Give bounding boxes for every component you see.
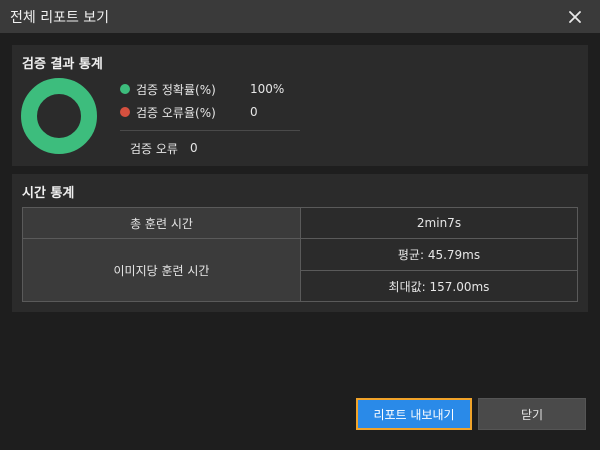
validation-panel: 검증 결과 통계 검증 정확률(%) 100% 검증 오류율(%) 0 검증 오…: [12, 45, 588, 166]
legend-divider: [120, 130, 300, 131]
close-dialog-button[interactable]: 닫기: [478, 398, 586, 430]
legend-accuracy-label: 검증 정확률(%): [136, 82, 216, 97]
close-button[interactable]: [562, 4, 588, 30]
time-stats-table: 총 훈련 시간 2min7s 이미지당 훈련 시간 평균: 45.79ms 최대…: [22, 207, 578, 302]
error-count-value: 0: [189, 141, 198, 155]
export-report-button[interactable]: 리포트 내보내기: [356, 398, 472, 430]
total-time-label: 총 훈련 시간: [22, 207, 301, 239]
legend-accuracy-value: 100%: [250, 82, 285, 96]
legend-error-rate-value: 0: [250, 105, 258, 119]
error-rate-dot-icon: [120, 107, 130, 117]
total-time-value: 2min7s: [300, 207, 578, 239]
window-title: 전체 리포트 보기: [10, 10, 110, 26]
title-bar: 전체 리포트 보기: [0, 0, 600, 33]
legend-accuracy: 검증 정확률(%) 100%: [120, 79, 284, 99]
legend-error-rate-label: 검증 오류율(%): [136, 105, 216, 120]
validation-title: 검증 결과 통계: [22, 57, 103, 72]
legend-error-rate: 검증 오류율(%) 0: [120, 102, 258, 122]
max-time-value: 최대값: 157.00ms: [300, 270, 578, 302]
table-row: 이미지당 훈련 시간 평균: 45.79ms: [22, 238, 578, 302]
avg-time-value: 평균: 45.79ms: [300, 238, 578, 271]
time-stats-title: 시간 통계: [22, 186, 75, 201]
time-stats-panel: 시간 통계 총 훈련 시간 2min7s 이미지당 훈련 시간 평균: 45.7…: [12, 174, 588, 312]
donut-slice-0: [21, 78, 97, 154]
error-count-row: 검증 오류 0: [130, 138, 198, 158]
accuracy-donut-chart: [21, 78, 97, 154]
error-count-label: 검증 오류: [130, 141, 178, 156]
per-image-time-label: 이미지당 훈련 시간: [22, 238, 301, 302]
table-row: 총 훈련 시간 2min7s: [22, 207, 578, 239]
accuracy-dot-icon: [120, 84, 130, 94]
close-icon: [569, 11, 581, 23]
